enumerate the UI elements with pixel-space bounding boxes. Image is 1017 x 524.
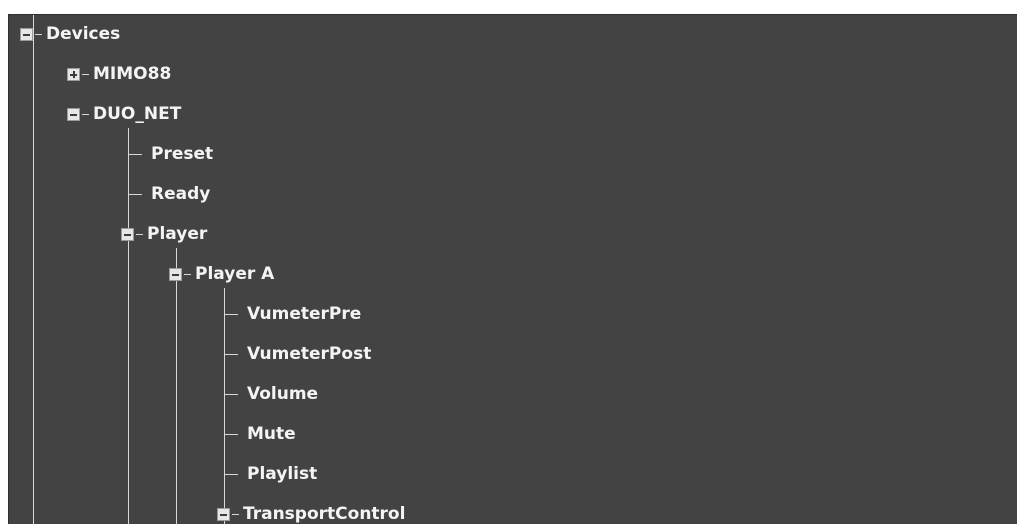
tree-node-label[interactable]: VumeterPre [247,304,361,324]
tree-node-label[interactable]: Mute [247,424,296,444]
tree-node-mute[interactable]: Mute [224,414,296,454]
tree-connector [224,393,238,395]
tree-connector [224,473,238,475]
tree-connector [128,153,142,155]
tree-node-vumeter-post[interactable]: VumeterPost [224,334,371,374]
tree-node-player[interactable]: Player [121,214,207,254]
tree-node-volume[interactable]: Volume [224,374,318,414]
tree-node-label[interactable]: Volume [247,384,318,404]
collapse-icon[interactable] [217,507,230,521]
tree-node-label[interactable]: Playlist [247,464,317,484]
tree-connector [224,353,238,355]
tree-node-label[interactable]: Preset [151,144,213,164]
tree-node-playlist[interactable]: Playlist [224,454,317,494]
collapse-icon[interactable] [20,27,33,41]
tree-node-label[interactable]: MIMO88 [93,64,171,84]
tree-node-label[interactable]: Player [147,224,207,244]
collapse-icon[interactable] [121,227,134,241]
tree-node-devices[interactable]: Devices [20,15,120,54]
tree-connector [224,433,238,435]
tree-node-player-a[interactable]: Player A [169,254,274,294]
tree-node-label[interactable]: Devices [46,24,120,44]
tree-node-mimo88[interactable]: MIMO88 [67,54,171,94]
tree-node-vumeter-pre[interactable]: VumeterPre [224,294,361,334]
collapse-icon[interactable] [67,107,80,121]
tree-node-transport-control[interactable]: TransportControl [217,494,405,524]
collapse-icon[interactable] [169,267,182,281]
expand-icon[interactable] [67,67,80,81]
tree-node-label[interactable]: DUO_NET [93,104,181,124]
tree-connector [128,193,142,195]
tree-connector [224,313,238,315]
tree-guide-line-root [33,15,34,524]
tree-node-label[interactable]: TransportControl [243,504,405,524]
tree-node-label[interactable]: Player A [195,264,274,284]
tree-node-duo-net[interactable]: DUO_NET [67,94,181,134]
tree-node-label[interactable]: Ready [151,184,210,204]
tree-node-ready[interactable]: Ready [128,174,210,214]
tree-node-label[interactable]: VumeterPost [247,344,371,364]
tree-node-preset[interactable]: Preset [128,134,213,174]
device-tree-panel: Devices MIMO88 DUO_NET Preset Ready Play… [8,14,1017,524]
